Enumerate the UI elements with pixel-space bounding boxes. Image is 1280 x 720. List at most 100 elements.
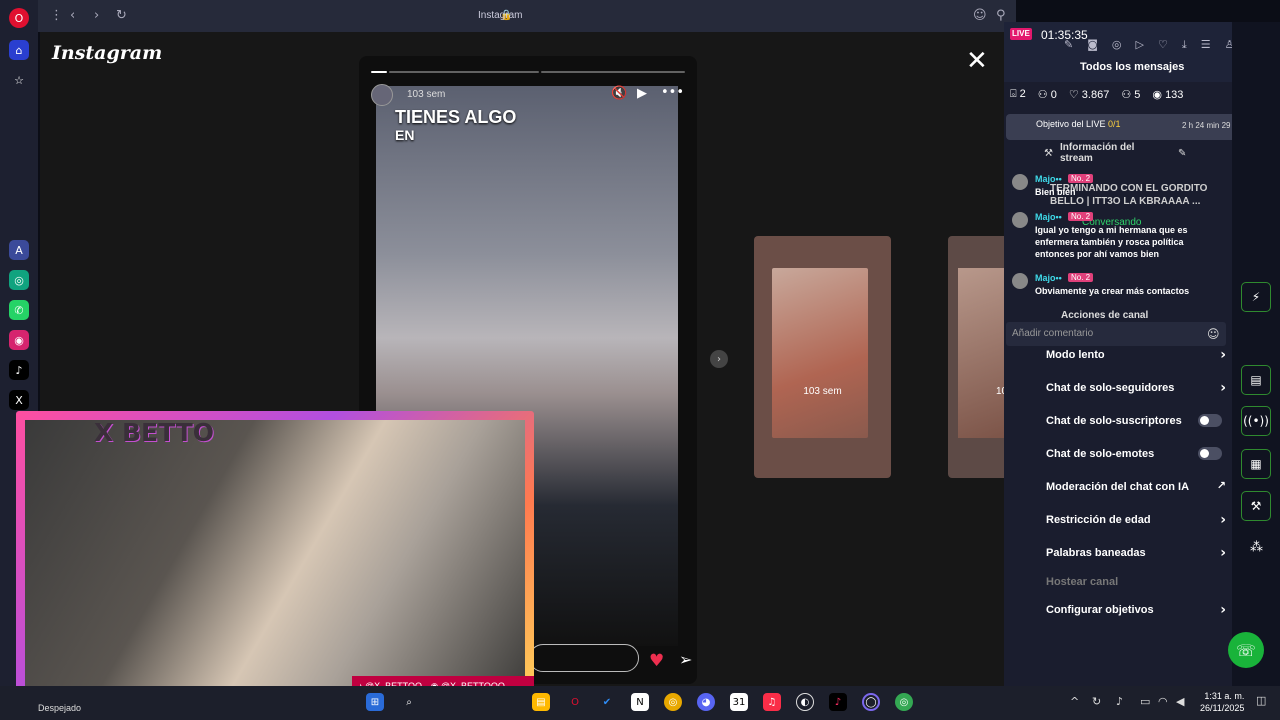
chat-username[interactable]: Majo••: [1035, 174, 1062, 184]
comment-input[interactable]: Añadir comentario: [1006, 322, 1226, 346]
fan-badge: No. 2: [1068, 174, 1094, 183]
avatar[interactable]: [371, 84, 393, 106]
emotes-only-toggle[interactable]: [1198, 447, 1222, 460]
story-preview[interactable]: 10: [948, 236, 1004, 478]
sync-icon[interactable]: ↻: [1092, 695, 1101, 708]
story-time: 103 sem: [407, 89, 446, 100]
story-preview[interactable]: 103 sem: [754, 236, 891, 478]
heart-icon: ♡: [1068, 89, 1079, 101]
chat-filter[interactable]: Todos los mensajes: [1080, 61, 1184, 73]
avatar[interactable]: [1012, 212, 1028, 228]
menu-icon[interactable]: ⋮: [50, 8, 63, 23]
chatgpt-icon[interactable]: ◎: [9, 270, 29, 290]
live-badge: LIVE: [1010, 28, 1032, 40]
system-clock[interactable]: 1:31 a. m. 26/11/2025: [1200, 690, 1244, 714]
record-icon[interactable]: ◎: [1112, 38, 1122, 52]
explorer-icon[interactable]: ▤: [532, 693, 550, 711]
play-icon[interactable]: ▷: [1136, 38, 1144, 52]
emoji-icon[interactable]: ☺: [1207, 327, 1220, 341]
reload-button[interactable]: ↻: [116, 8, 127, 23]
instagram-icon[interactable]: ◉: [9, 330, 29, 350]
edit-icon[interactable]: ✎: [1064, 38, 1073, 52]
chrome-icon[interactable]: ◎: [664, 693, 682, 711]
subscribers-only-toggle[interactable]: [1198, 414, 1222, 427]
address-bar[interactable]: Instagram: [478, 10, 522, 21]
weather-text[interactable]: Despejado: [38, 703, 81, 713]
viewer-count: ◉ 133: [1152, 89, 1184, 101]
volume-icon[interactable]: ◀: [1176, 695, 1184, 708]
windows-start-icon[interactable]: ⊞: [366, 693, 384, 711]
whatsapp-icon[interactable]: ✆: [9, 300, 29, 320]
wrench-icon[interactable]: ⚒: [1241, 491, 1271, 521]
calendar-icon[interactable]: 31: [730, 693, 748, 711]
search-icon[interactable]: ⌕: [400, 693, 418, 711]
display-icon[interactable]: ▭: [1140, 695, 1150, 708]
wifi-icon[interactable]: ◠: [1158, 695, 1168, 708]
bolt-icon[interactable]: ⚡: [1241, 282, 1271, 312]
slow-mode-item[interactable]: Modo lento ›: [1046, 347, 1226, 363]
goal-value: 0/1: [1108, 119, 1121, 129]
tiktok-icon[interactable]: ♪: [9, 360, 29, 380]
chevron-up-icon[interactable]: ^: [1070, 695, 1079, 708]
age-restriction-item[interactable]: Restricción de edad ›: [1046, 512, 1226, 528]
subscribers-only-item[interactable]: Chat de solo-suscriptores: [1046, 414, 1226, 427]
notifications-icon[interactable]: ◫: [1256, 694, 1266, 707]
send-icon[interactable]: ➢: [679, 650, 692, 669]
channel-actions-title[interactable]: Acciones de canal: [1061, 310, 1148, 321]
mute-icon[interactable]: 🔇: [611, 86, 627, 101]
chevron-right-icon: ›: [1220, 380, 1226, 396]
chat-message: Majo•• No. 2 Bien bien: [1012, 174, 1222, 200]
fan-badge: No. 2: [1068, 273, 1094, 282]
instagram-logo[interactable]: Instagram: [52, 42, 162, 64]
reply-input[interactable]: [529, 644, 639, 672]
camera-icon[interactable]: ◙: [1087, 38, 1098, 52]
tiktok-live-icon[interactable]: ♪: [829, 693, 847, 711]
banned-words-item[interactable]: Palabras baneadas ›: [1046, 545, 1226, 561]
configure-goals-item[interactable]: Configurar objetivos ›: [1046, 602, 1226, 618]
heart-icon[interactable]: ♥: [649, 651, 664, 671]
broadcast-icon[interactable]: ((•)): [1241, 406, 1271, 436]
opera-icon[interactable]: O: [566, 693, 584, 711]
support-icon[interactable]: ☏: [1228, 632, 1264, 668]
home-icon[interactable]: ⌂: [9, 40, 29, 60]
share-icon[interactable]: ⁂: [1250, 540, 1263, 555]
download-icon[interactable]: ⤓: [1182, 38, 1187, 52]
forward-button[interactable]: ›: [94, 8, 99, 23]
app-icon[interactable]: ◯: [862, 693, 880, 711]
notion-icon[interactable]: N: [631, 693, 649, 711]
x-icon[interactable]: X: [9, 390, 29, 410]
close-button[interactable]: ✕: [966, 46, 988, 76]
chat-username[interactable]: Majo••: [1035, 273, 1062, 283]
emotes-only-item[interactable]: Chat de solo-emotes: [1046, 447, 1226, 460]
chat-icon[interactable]: ▤: [1241, 365, 1271, 395]
edit-icon[interactable]: ✎: [1178, 148, 1186, 159]
more-options-icon[interactable]: •••: [661, 85, 684, 100]
obs-icon[interactable]: ◐: [796, 693, 814, 711]
chevron-right-icon: ›: [1220, 602, 1226, 618]
chat-username[interactable]: Majo••: [1035, 212, 1062, 222]
microphone-icon[interactable]: ♪: [1116, 695, 1123, 708]
back-button[interactable]: ‹: [70, 8, 75, 23]
avatar[interactable]: [1012, 273, 1028, 289]
heart-icon[interactable]: ♡: [1158, 38, 1168, 52]
chat-message: Majo•• No. 2 Obviamente ya crear más con…: [1012, 273, 1222, 299]
stream-info-title[interactable]: Información del stream: [1060, 142, 1170, 164]
preview-thumbnail: [958, 268, 1004, 438]
next-story-button[interactable]: ›: [710, 350, 728, 368]
todo-icon[interactable]: ✔: [598, 693, 616, 711]
opera-logo-icon[interactable]: O: [9, 8, 29, 28]
pin-icon[interactable]: ⚲: [996, 8, 1006, 23]
avatar[interactable]: [1012, 174, 1028, 190]
followers-only-item[interactable]: Chat de solo-seguidores ›: [1046, 380, 1226, 396]
play-icon[interactable]: ▶: [637, 86, 647, 101]
chrome-icon[interactable]: ◎: [895, 693, 913, 711]
music-icon[interactable]: ♫: [763, 693, 781, 711]
layout-icon[interactable]: ▦: [1241, 449, 1271, 479]
ai-moderation-item[interactable]: Moderación del chat con IA ↗: [1046, 479, 1226, 493]
emoji-icon[interactable]: ☺: [973, 8, 987, 23]
preview-thumbnail: [772, 268, 868, 438]
list-icon[interactable]: ☰: [1201, 38, 1211, 52]
discord-icon[interactable]: ◕: [697, 693, 715, 711]
aria-icon[interactable]: A: [9, 240, 29, 260]
star-icon[interactable]: ☆: [9, 70, 29, 90]
